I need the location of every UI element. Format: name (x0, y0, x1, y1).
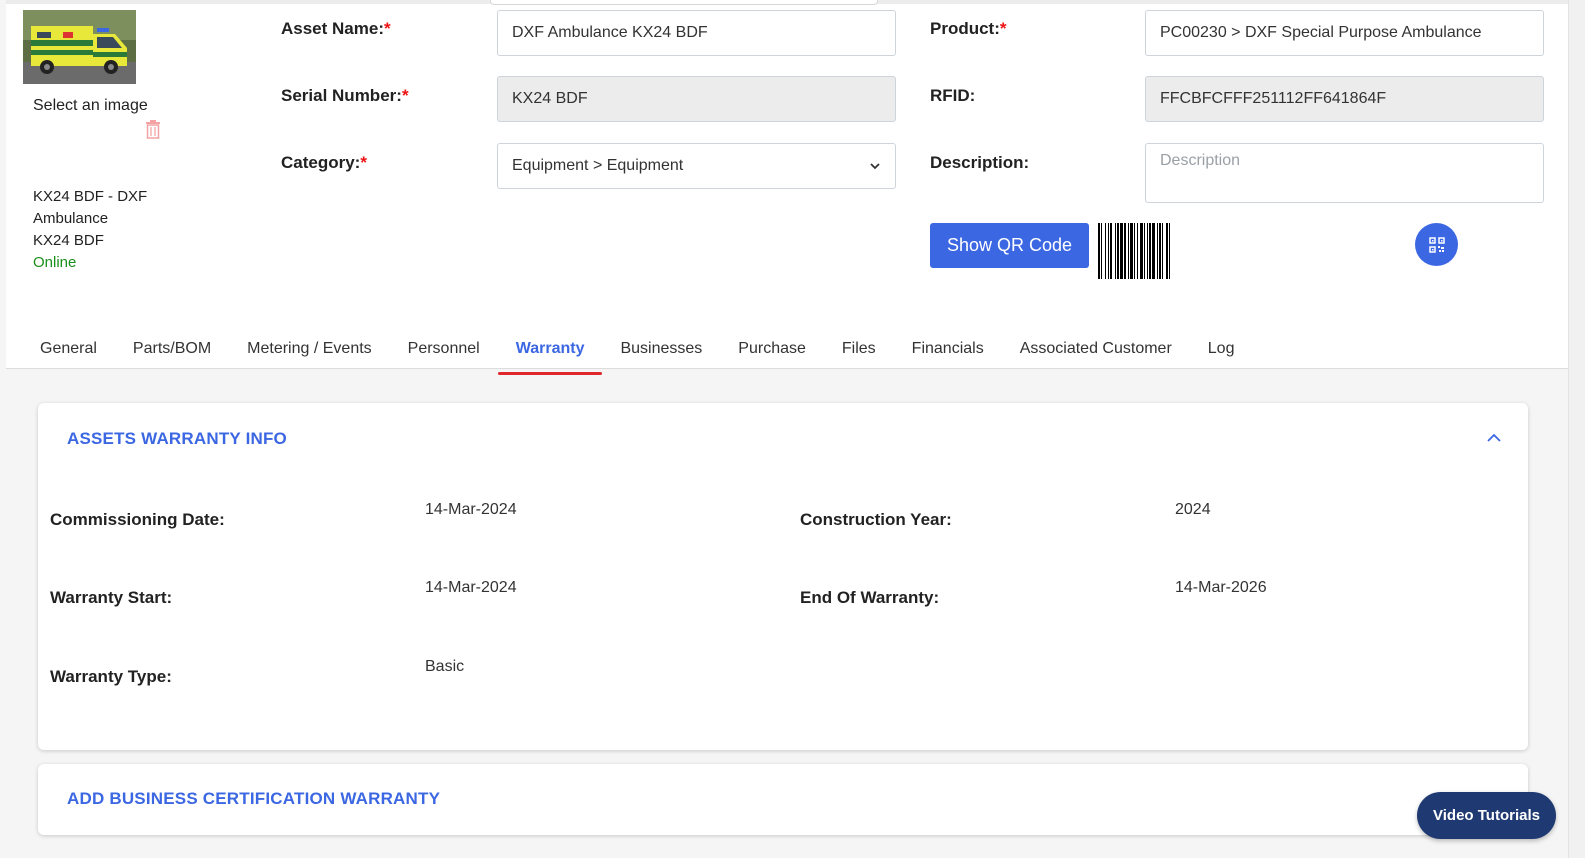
asset-name-value: DXF Ambulance KX24 BDF (512, 24, 708, 41)
serial-number-input[interactable]: KX24 BDF (497, 76, 896, 122)
tab-metering-events[interactable]: Metering / Events (229, 330, 390, 374)
category-select[interactable]: Equipment > Equipment (497, 143, 896, 189)
description-placeholder: Description (1160, 152, 1241, 169)
required-mark: * (999, 19, 1007, 38)
category-value: Equipment > Equipment (512, 157, 684, 174)
tab-parts-bom[interactable]: Parts/BOM (115, 330, 229, 374)
tab-personnel[interactable]: Personnel (390, 330, 498, 374)
chevron-down-icon (870, 163, 880, 170)
required-mark: * (384, 19, 391, 38)
commissioning-date-label: Commissioning Date: (50, 510, 225, 529)
tab-financials[interactable]: Financials (894, 330, 1002, 374)
construction-year-value: 2024 (1175, 501, 1211, 518)
ambulance-image (23, 10, 136, 84)
asset-summary: KX24 BDF - DXF Ambulance KX24 BDF Online (33, 186, 183, 274)
page-scrollbar[interactable] (1568, 0, 1585, 858)
barcode-image (1098, 223, 1170, 279)
rfid-input[interactable]: FFCBFCFFF251112FF641864F (1145, 76, 1544, 122)
category-label-text: Category: (281, 153, 361, 172)
asset-header-panel: Select an image KX24 BDF - DXF Ambulance… (6, 0, 1568, 375)
asset-summary-line: KX24 BDF (33, 232, 104, 249)
construction-year-label: Construction Year: (800, 510, 952, 529)
product-label-text: Product: (930, 19, 1000, 38)
asset-summary-line: KX24 BDF - DXF (33, 188, 148, 205)
warranty-start-value: 14-Mar-2024 (425, 579, 517, 596)
description-label: Description: (930, 153, 1030, 172)
select-image-link[interactable]: Select an image (33, 97, 148, 115)
tab-general[interactable]: General (6, 330, 115, 374)
asset-status: Online (33, 254, 77, 271)
tab-purchase[interactable]: Purchase (720, 330, 824, 374)
asset-image[interactable] (23, 10, 136, 84)
description-textarea[interactable]: Description (1145, 143, 1544, 203)
business-certification-warranty-card: ADD BUSINESS CERTIFICATION WARRANTY (38, 764, 1528, 835)
asset-name-label: Asset Name:* (281, 19, 391, 39)
serial-number-value: KX24 BDF (512, 90, 588, 107)
assets-warranty-info-card: ASSETS WARRANTY INFO Commissioning Date:… (38, 403, 1528, 750)
warranty-type-label: Warranty Type: (50, 667, 172, 686)
serial-number-label-text: Serial Number: (281, 86, 402, 105)
end-of-warranty-label: End Of Warranty: (800, 588, 940, 607)
video-tutorials-button[interactable]: Video Tutorials (1417, 792, 1556, 839)
asset-name-label-text: Asset Name: (281, 19, 384, 38)
chevron-up-icon[interactable] (1486, 431, 1502, 445)
required-mark: * (360, 153, 367, 172)
qr-code-icon (1428, 236, 1445, 253)
end-of-warranty-value: 14-Mar-2026 (1175, 579, 1267, 596)
warranty-start-label: Warranty Start: (50, 588, 173, 607)
tab-log[interactable]: Log (1190, 330, 1253, 374)
product-input[interactable]: PC00230 > DXF Special Purpose Ambulance (1145, 10, 1544, 56)
show-qr-code-button[interactable]: Show QR Code (930, 223, 1089, 268)
required-mark: * (401, 86, 409, 105)
category-label: Category:* (281, 153, 367, 173)
delete-image-icon[interactable] (144, 119, 162, 139)
commissioning-date-value: 14-Mar-2024 (425, 501, 517, 518)
asset-detail-page: Select an image KX24 BDF - DXF Ambulance… (6, 0, 1568, 858)
tab-associated-customer[interactable]: Associated Customer (1002, 330, 1190, 374)
tab-warranty[interactable]: Warranty (497, 330, 603, 375)
asset-name-input[interactable]: DXF Ambulance KX24 BDF (497, 10, 896, 56)
product-label: Product:* (930, 19, 1007, 39)
warranty-card-title[interactable]: ASSETS WARRANTY INFO (67, 429, 287, 449)
product-value: PC00230 > DXF Special Purpose Ambulance (1160, 24, 1482, 41)
qr-scan-button[interactable] (1415, 223, 1458, 266)
asset-summary-line: Ambulance (33, 210, 109, 227)
warranty-type-value: Basic (425, 658, 465, 675)
rfid-label: RFID: (930, 86, 976, 105)
tab-businesses[interactable]: Businesses (602, 330, 720, 374)
tab-files[interactable]: Files (824, 330, 894, 374)
asset-tabs: General Parts/BOM Metering / Events Pers… (6, 330, 1253, 375)
cert-card-title[interactable]: ADD BUSINESS CERTIFICATION WARRANTY (67, 789, 440, 809)
top-overflow-edge (490, 0, 878, 5)
serial-number-label: Serial Number:* (281, 86, 409, 106)
rfid-value: FFCBFCFFF251112FF641864F (1160, 90, 1387, 107)
